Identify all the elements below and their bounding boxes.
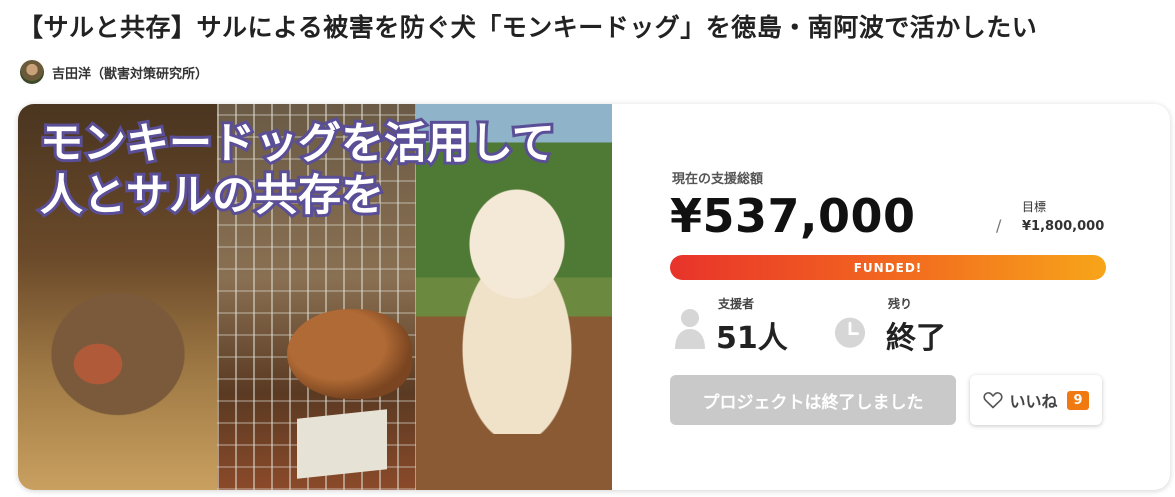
dog-figure [287,309,412,399]
goal-label: 目標 [1022,200,1047,214]
goal: 目標 ¥1,800,000 [1022,198,1104,234]
current-total-amount: ¥537,000 [670,189,916,243]
funding-panel: 現在の支援総額 ¥537,000 / 目標 ¥1,800,000 FUNDED!… [612,104,1170,490]
like-label: いいね [1009,392,1058,411]
remaining-value: 終了 [886,321,946,356]
project-title: 【サルと共存】サルによる被害を防ぐ犬「モンキードッグ」を徳島・南阿波で活かしたい [18,13,1038,42]
supporters-value: 51人 [716,321,788,356]
project-card: モンキードッグを活用して 人とサルの共存を 現在の支援総額 ¥537,000 /… [18,104,1170,490]
hero-caption: モンキードッグを活用して 人とサルの共存を [37,116,558,224]
like-count-badge: 9 [1067,390,1089,410]
supporters-label: 支援者 [718,297,755,311]
hero-image: モンキードッグを活用して 人とサルの共存を [18,104,612,490]
goal-amount: ¥1,800,000 [1022,219,1105,234]
progress-bar: FUNDED! [670,255,1106,280]
owner-name[interactable]: 吉田洋（獣害対策研究所） [52,63,208,82]
clock-icon [834,317,866,348]
owner-avatar[interactable] [20,60,44,84]
amount-separator: / [996,216,1002,235]
hero-caption-line1: モンキードッグを活用して [37,116,558,172]
project-owner[interactable]: 吉田洋（獣害対策研究所） [20,60,208,84]
remaining-label: 残り [888,297,913,311]
hero-caption-line2: 人とサルの共存を [37,168,387,224]
current-total-label: 現在の支援総額 [672,172,764,187]
heart-icon [983,392,1004,409]
like-button[interactable]: いいね 9 [970,375,1102,425]
project-ended-button[interactable]: プロジェクトは終了しました [670,375,956,425]
person-icon [675,309,705,349]
funded-status: FUNDED! [853,260,923,275]
box-figure [297,409,387,479]
